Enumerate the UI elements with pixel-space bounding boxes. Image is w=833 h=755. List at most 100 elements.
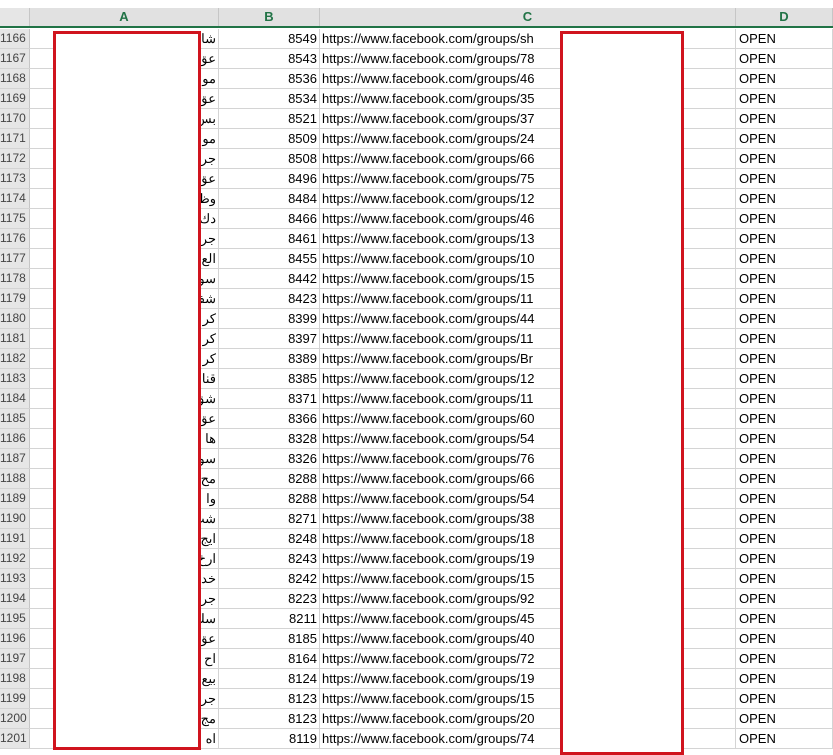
cell-b[interactable]: 8399 bbox=[219, 309, 320, 328]
cell-d[interactable]: OPEN bbox=[736, 89, 833, 108]
cell-b[interactable]: 8423 bbox=[219, 289, 320, 308]
cell-d[interactable]: OPEN bbox=[736, 329, 833, 348]
cell-d[interactable]: OPEN bbox=[736, 349, 833, 368]
cell-d[interactable]: OPEN bbox=[736, 589, 833, 608]
row-number[interactable]: 1166 bbox=[0, 29, 30, 48]
column-header-d[interactable]: D bbox=[736, 8, 833, 26]
cell-b[interactable]: 8164 bbox=[219, 649, 320, 668]
row-number[interactable]: 1181 bbox=[0, 329, 30, 348]
cell-d[interactable]: OPEN bbox=[736, 309, 833, 328]
cell-d[interactable]: OPEN bbox=[736, 709, 833, 728]
cell-d[interactable]: OPEN bbox=[736, 209, 833, 228]
row-number[interactable]: 1184 bbox=[0, 389, 30, 408]
cell-b[interactable]: 8466 bbox=[219, 209, 320, 228]
cell-d[interactable]: OPEN bbox=[736, 609, 833, 628]
cell-d[interactable]: OPEN bbox=[736, 509, 833, 528]
cell-b[interactable]: 8119 bbox=[219, 729, 320, 748]
cell-b[interactable]: 8521 bbox=[219, 109, 320, 128]
cell-d[interactable]: OPEN bbox=[736, 169, 833, 188]
cell-b[interactable]: 8534 bbox=[219, 89, 320, 108]
cell-d[interactable]: OPEN bbox=[736, 529, 833, 548]
cell-d[interactable]: OPEN bbox=[736, 389, 833, 408]
cell-b[interactable]: 8366 bbox=[219, 409, 320, 428]
cell-d[interactable]: OPEN bbox=[736, 449, 833, 468]
row-number[interactable]: 1188 bbox=[0, 469, 30, 488]
row-number[interactable]: 1186 bbox=[0, 429, 30, 448]
cell-d[interactable]: OPEN bbox=[736, 469, 833, 488]
cell-d[interactable]: OPEN bbox=[736, 689, 833, 708]
row-number[interactable]: 1176 bbox=[0, 229, 30, 248]
cell-d[interactable]: OPEN bbox=[736, 429, 833, 448]
cell-b[interactable]: 8455 bbox=[219, 249, 320, 268]
row-number[interactable]: 1190 bbox=[0, 509, 30, 528]
cell-b[interactable]: 8442 bbox=[219, 269, 320, 288]
cell-b[interactable]: 8536 bbox=[219, 69, 320, 88]
cell-b[interactable]: 8185 bbox=[219, 629, 320, 648]
cell-b[interactable]: 8326 bbox=[219, 449, 320, 468]
cell-d[interactable]: OPEN bbox=[736, 189, 833, 208]
cell-d[interactable]: OPEN bbox=[736, 289, 833, 308]
cell-b[interactable]: 8242 bbox=[219, 569, 320, 588]
cell-b[interactable]: 8508 bbox=[219, 149, 320, 168]
row-number[interactable]: 1199 bbox=[0, 689, 30, 708]
select-all-corner[interactable] bbox=[0, 8, 30, 26]
row-number[interactable]: 1167 bbox=[0, 49, 30, 68]
row-number[interactable]: 1193 bbox=[0, 569, 30, 588]
row-number[interactable]: 1173 bbox=[0, 169, 30, 188]
cell-b[interactable]: 8271 bbox=[219, 509, 320, 528]
column-header-b[interactable]: B bbox=[219, 8, 320, 26]
cell-b[interactable]: 8509 bbox=[219, 129, 320, 148]
row-number[interactable]: 1179 bbox=[0, 289, 30, 308]
column-header-a[interactable]: A bbox=[30, 8, 219, 26]
cell-d[interactable]: OPEN bbox=[736, 269, 833, 288]
cell-b[interactable]: 8243 bbox=[219, 549, 320, 568]
cell-d[interactable]: OPEN bbox=[736, 69, 833, 88]
cell-b[interactable]: 8124 bbox=[219, 669, 320, 688]
cell-b[interactable]: 8389 bbox=[219, 349, 320, 368]
row-number[interactable]: 1174 bbox=[0, 189, 30, 208]
row-number[interactable]: 1185 bbox=[0, 409, 30, 428]
cell-d[interactable]: OPEN bbox=[736, 669, 833, 688]
row-number[interactable]: 1194 bbox=[0, 589, 30, 608]
cell-b[interactable]: 8288 bbox=[219, 469, 320, 488]
cell-b[interactable]: 8248 bbox=[219, 529, 320, 548]
cell-b[interactable]: 8484 bbox=[219, 189, 320, 208]
row-number[interactable]: 1172 bbox=[0, 149, 30, 168]
row-number[interactable]: 1196 bbox=[0, 629, 30, 648]
cell-b[interactable]: 8328 bbox=[219, 429, 320, 448]
cell-d[interactable]: OPEN bbox=[736, 149, 833, 168]
cell-b[interactable]: 8385 bbox=[219, 369, 320, 388]
row-number[interactable]: 1175 bbox=[0, 209, 30, 228]
cell-d[interactable]: OPEN bbox=[736, 409, 833, 428]
row-number[interactable]: 1180 bbox=[0, 309, 30, 328]
cell-b[interactable]: 8288 bbox=[219, 489, 320, 508]
row-number[interactable]: 1189 bbox=[0, 489, 30, 508]
row-number[interactable]: 1187 bbox=[0, 449, 30, 468]
row-number[interactable]: 1201 bbox=[0, 729, 30, 748]
row-number[interactable]: 1200 bbox=[0, 709, 30, 728]
cell-d[interactable]: OPEN bbox=[736, 49, 833, 68]
cell-d[interactable]: OPEN bbox=[736, 569, 833, 588]
cell-d[interactable]: OPEN bbox=[736, 369, 833, 388]
cell-d[interactable]: OPEN bbox=[736, 489, 833, 508]
row-number[interactable]: 1195 bbox=[0, 609, 30, 628]
row-number[interactable]: 1178 bbox=[0, 269, 30, 288]
cell-d[interactable]: OPEN bbox=[736, 29, 833, 48]
cell-d[interactable]: OPEN bbox=[736, 249, 833, 268]
row-number[interactable]: 1177 bbox=[0, 249, 30, 268]
cell-d[interactable]: OPEN bbox=[736, 729, 833, 748]
row-number[interactable]: 1197 bbox=[0, 649, 30, 668]
cell-b[interactable]: 8549 bbox=[219, 29, 320, 48]
row-number[interactable]: 1170 bbox=[0, 109, 30, 128]
row-number[interactable]: 1182 bbox=[0, 349, 30, 368]
cell-d[interactable]: OPEN bbox=[736, 129, 833, 148]
cell-b[interactable]: 8371 bbox=[219, 389, 320, 408]
row-number[interactable]: 1169 bbox=[0, 89, 30, 108]
cell-d[interactable]: OPEN bbox=[736, 229, 833, 248]
cell-d[interactable]: OPEN bbox=[736, 549, 833, 568]
row-number[interactable]: 1183 bbox=[0, 369, 30, 388]
cell-d[interactable]: OPEN bbox=[736, 629, 833, 648]
cell-b[interactable]: 8461 bbox=[219, 229, 320, 248]
row-number[interactable]: 1198 bbox=[0, 669, 30, 688]
cell-b[interactable]: 8496 bbox=[219, 169, 320, 188]
